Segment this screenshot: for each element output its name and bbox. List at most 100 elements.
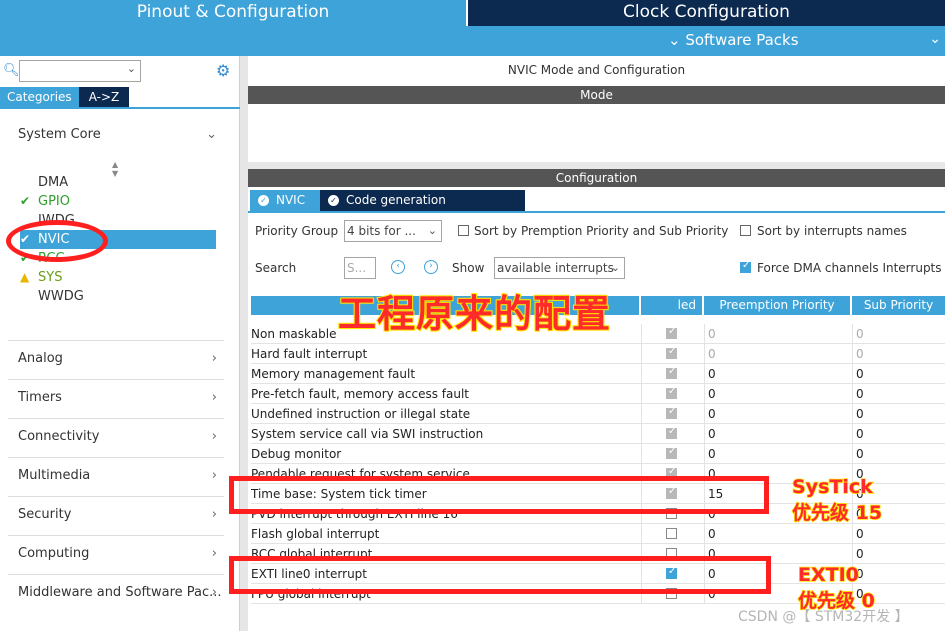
peripheral-wwdg[interactable]: WWDG xyxy=(20,287,216,306)
tab-clock-configuration[interactable]: Clock Configuration xyxy=(468,0,945,26)
divider xyxy=(704,444,705,464)
peripheral-label: WWDG xyxy=(38,289,84,304)
table-row[interactable]: Memory management fault 0 0 xyxy=(251,364,945,384)
sub-priority-value[interactable]: 0 xyxy=(856,327,864,341)
divider xyxy=(852,324,853,344)
divider xyxy=(8,379,224,380)
section-label: Analog xyxy=(18,351,63,366)
search-icon[interactable]: 🔍︎ xyxy=(3,63,20,78)
force-dma-checkbox[interactable] xyxy=(740,260,751,273)
divider xyxy=(704,344,705,364)
tab-label: Code generation xyxy=(346,193,446,207)
divider xyxy=(8,418,224,419)
preemption-priority-value[interactable]: 0 xyxy=(708,387,716,401)
select-value: 4 bits for ... xyxy=(347,224,416,238)
annotation-systick-box xyxy=(229,476,769,514)
interrupt-name: Memory management fault xyxy=(251,367,416,381)
table-row[interactable]: System service call via SWI instruction 0… xyxy=(251,424,945,444)
divider xyxy=(641,384,642,404)
sub-priority-value[interactable]: 0 xyxy=(856,407,864,421)
software-packs-menu[interactable]: ⌄ Software Packs xyxy=(668,31,799,49)
note-line: SysTick xyxy=(791,475,873,499)
enabled-checkbox[interactable] xyxy=(666,446,677,459)
sub-priority-value[interactable]: 0 xyxy=(856,367,864,381)
next-icon[interactable]: › xyxy=(424,260,438,274)
sort-names-checkbox[interactable] xyxy=(740,225,751,236)
previous-icon[interactable]: ‹ xyxy=(391,260,405,274)
preemption-priority-value[interactable]: 0 xyxy=(708,407,716,421)
category-tabs: Categories A->Z xyxy=(0,87,130,107)
tab-nvic[interactable]: ✓ NVIC xyxy=(250,190,320,211)
enabled-checkbox[interactable] xyxy=(666,326,677,339)
section-label: Connectivity xyxy=(18,429,100,444)
sort-preemption-checkbox[interactable] xyxy=(458,225,469,236)
divider xyxy=(704,524,705,544)
gear-icon[interactable]: ⚙ xyxy=(216,61,230,80)
chevron-down-icon[interactable]: ⌄ xyxy=(929,31,941,47)
sub-priority-value[interactable]: 0 xyxy=(856,447,864,461)
enabled-checkbox[interactable] xyxy=(666,366,677,379)
annotation-exti-box xyxy=(229,556,771,594)
tab-a-z[interactable]: A->Z xyxy=(78,87,130,107)
preemption-priority-value[interactable]: 0 xyxy=(708,347,716,361)
watermark: CSDN @【 STM32开发 】 xyxy=(738,609,909,625)
divider xyxy=(852,404,853,424)
sub-priority-value[interactable]: 0 xyxy=(856,387,864,401)
interrupt-name: System service call via SWI instruction xyxy=(251,427,484,441)
interrupt-name: Debug monitor xyxy=(251,447,342,461)
sub-priority-value[interactable]: 0 xyxy=(856,427,864,441)
section-analog[interactable]: Analog › xyxy=(18,351,223,373)
divider xyxy=(641,404,642,424)
section-security[interactable]: Security › xyxy=(18,507,223,529)
priority-group-select[interactable]: 4 bits for ... ⌄ xyxy=(344,220,442,242)
section-system-core[interactable]: System Core ⌄ xyxy=(18,127,223,149)
table-row[interactable]: Debug monitor 0 0 xyxy=(251,444,945,464)
divider xyxy=(8,340,224,341)
sub-priority-value[interactable]: 0 xyxy=(856,527,864,541)
peripheral-gpio[interactable]: ✔ GPIO xyxy=(20,192,216,211)
tab-label: NVIC xyxy=(276,193,306,207)
column-preemption-priority[interactable]: Preemption Priority xyxy=(704,296,850,315)
enabled-checkbox[interactable] xyxy=(666,426,677,439)
section-middleware[interactable]: Middleware and Software Pac... › xyxy=(18,585,223,607)
preemption-priority-value[interactable]: 0 xyxy=(708,447,716,461)
mode-header: Mode xyxy=(248,86,945,104)
interrupt-search-input[interactable]: S... xyxy=(344,257,376,279)
tab-pinout-configuration[interactable]: Pinout & Configuration xyxy=(0,0,466,26)
search-combo[interactable]: ⌄ xyxy=(19,60,141,82)
preemption-priority-value[interactable]: 0 xyxy=(708,327,716,341)
peripheral-dma[interactable]: DMA xyxy=(20,173,216,192)
peripheral-label: DMA xyxy=(38,175,69,190)
enabled-checkbox[interactable] xyxy=(666,386,677,399)
column-sub-priority[interactable]: Sub Priority xyxy=(852,296,945,315)
table-row[interactable]: Undefined instruction or illegal state 0 0 xyxy=(251,404,945,424)
chevron-right-icon: › xyxy=(211,546,217,561)
enabled-checkbox[interactable] xyxy=(666,346,677,359)
preemption-priority-value[interactable]: 0 xyxy=(708,427,716,441)
section-multimedia[interactable]: Multimedia › xyxy=(18,468,223,490)
section-label: Multimedia xyxy=(18,468,91,483)
table-row[interactable]: Hard fault interrupt 0 0 xyxy=(251,344,945,364)
section-timers[interactable]: Timers › xyxy=(18,390,223,412)
sort-names-label: Sort by interrupts names xyxy=(757,224,907,238)
enabled-checkbox[interactable] xyxy=(666,528,677,539)
preemption-priority-value[interactable]: 0 xyxy=(708,367,716,381)
tab-code-generation[interactable]: ✓ Code generation xyxy=(320,190,525,211)
enabled-checkbox[interactable] xyxy=(666,406,677,419)
peripheral-sys[interactable]: ▲ SYS xyxy=(20,268,216,287)
preemption-priority-value[interactable]: 0 xyxy=(708,527,716,541)
section-label: Timers xyxy=(18,390,62,405)
section-computing[interactable]: Computing › xyxy=(18,546,223,568)
chevron-right-icon: › xyxy=(211,507,217,522)
tab-categories[interactable]: Categories xyxy=(0,87,79,107)
section-connectivity[interactable]: Connectivity › xyxy=(18,429,223,451)
left-panel-scrollbar[interactable] xyxy=(240,56,248,631)
sub-priority-value[interactable]: 0 xyxy=(856,547,864,561)
show-select[interactable]: available interrupts ⌄ xyxy=(494,257,625,279)
table-row[interactable]: Flash global interrupt 0 0 xyxy=(251,524,945,544)
table-row[interactable]: Pre-fetch fault, memory access fault 0 0 xyxy=(251,384,945,404)
tab-underline xyxy=(0,107,240,109)
sub-priority-value[interactable]: 0 xyxy=(856,347,864,361)
chevron-down-icon[interactable]: ⌄ xyxy=(127,62,136,75)
column-enabled[interactable]: led xyxy=(641,296,702,315)
